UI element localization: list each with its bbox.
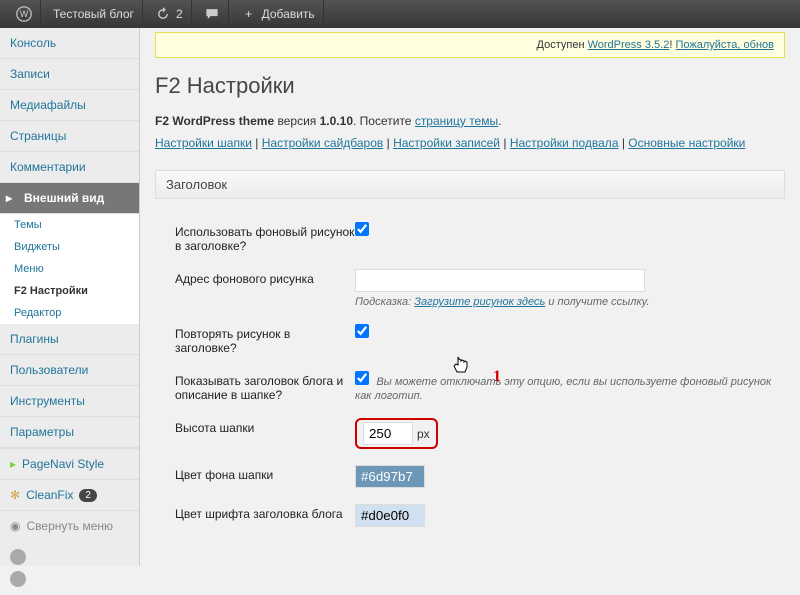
submenu-themes[interactable]: Темы (0, 214, 139, 236)
row-use-bg: Использовать фоновый рисунок в заголовке… (155, 214, 785, 261)
submenu-menus[interactable]: Меню (0, 258, 139, 280)
tab-posts[interactable]: Настройки записей (393, 136, 500, 150)
settings-tabs: Настройки шапки | Настройки сайдбаров | … (155, 136, 785, 150)
row-bg-color: Цвет фона шапки (155, 457, 785, 496)
unit-px: px (417, 427, 430, 441)
hint-bg-url: Подсказка: Загрузите рисунок здесь и пол… (355, 296, 785, 308)
row-repeat: Повторять рисунок в заголовке? (155, 316, 785, 363)
menu-pages[interactable]: Страницы (0, 121, 139, 152)
label-bg-url: Адрес фонового рисунка (175, 269, 355, 286)
comment-icon (204, 6, 220, 22)
arrow-right-icon: ▸ (6, 191, 12, 205)
wp-version-link[interactable]: WordPress 3.5.2 (588, 39, 670, 51)
updates-count: 2 (176, 7, 183, 21)
checkbox-repeat[interactable] (355, 324, 369, 338)
upload-image-link[interactable]: Загрузите рисунок здесь (414, 296, 545, 308)
label-repeat: Повторять рисунок в заголовке? (175, 324, 355, 355)
submenu-widgets[interactable]: Виджеты (0, 236, 139, 258)
admin-sidebar: Консоль Записи Медиафайлы Страницы Комме… (0, 28, 140, 566)
label-bg-color: Цвет фона шапки (175, 465, 355, 482)
input-height[interactable] (363, 422, 413, 445)
height-highlight: px (355, 418, 438, 449)
collapse-icon: ◉ (10, 519, 20, 533)
row-title-color: Цвет шрифта заголовка блога (155, 496, 785, 535)
menu-appearance[interactable]: ▸ Внешний вид (0, 183, 139, 214)
submenu-f2-settings[interactable]: F2 Настройки (0, 280, 139, 302)
appearance-submenu: Темы Виджеты Меню F2 Настройки Редактор (0, 214, 139, 324)
gear-icon: ✻ (10, 488, 20, 502)
input-bg-color[interactable] (355, 465, 425, 488)
label-title-color: Цвет шрифта заголовка блога (175, 504, 355, 521)
label-use-bg: Использовать фоновый рисунок в заголовке… (175, 222, 355, 253)
annotation-marker: 1 (493, 368, 501, 386)
update-link[interactable]: Пожалуйста, обнов (675, 39, 774, 51)
menu-comments[interactable]: Комментарии (0, 152, 139, 183)
menu-pagenavi[interactable]: ▸ PageNavi Style (0, 448, 139, 479)
input-title-color[interactable] (355, 504, 425, 527)
bottom-icons (0, 541, 139, 595)
collapse-menu[interactable]: ◉ Свернуть меню (0, 510, 139, 541)
tab-general[interactable]: Основные настройки (628, 136, 745, 150)
checkbox-use-bg[interactable] (355, 222, 369, 236)
menu-dashboard[interactable]: Консоль (0, 28, 139, 59)
plus-icon: + (241, 6, 257, 22)
menu-settings[interactable]: Параметры (0, 417, 139, 448)
menu-tools[interactable]: Инструменты (0, 386, 139, 417)
main-content: Доступен WordPress 3.5.2! Пожалуйста, об… (140, 28, 800, 566)
theme-info: F2 WordPress theme версия 1.0.10. Посети… (155, 114, 785, 128)
theme-page-link[interactable]: страницу темы (415, 114, 498, 128)
svg-text:W: W (20, 9, 29, 19)
menu-users[interactable]: Пользователи (0, 355, 139, 386)
wordpress-icon[interactable] (10, 571, 26, 587)
desc-show-title: Вы можете отключать эту опцию, если вы и… (355, 376, 771, 402)
menu-cleanfix[interactable]: ✻ CleanFix 2 (0, 479, 139, 510)
label-height: Высота шапки (175, 418, 355, 435)
site-name-menu[interactable]: Тестовый блог (45, 0, 143, 28)
menu-plugins[interactable]: Плагины (0, 324, 139, 355)
wordpress-icon[interactable] (10, 549, 26, 565)
section-header: Заголовок (155, 170, 785, 199)
comments-menu[interactable] (196, 0, 229, 28)
checkbox-show-title[interactable] (355, 371, 369, 385)
add-new-menu[interactable]: + Добавить (233, 0, 324, 28)
cleanfix-badge: 2 (79, 489, 97, 502)
cursor-icon (452, 355, 470, 380)
wp-logo-menu[interactable]: W (8, 0, 41, 28)
add-label: Добавить (262, 7, 315, 21)
submenu-editor[interactable]: Редактор (0, 302, 139, 324)
wordpress-icon: W (16, 6, 32, 22)
menu-posts[interactable]: Записи (0, 59, 139, 90)
tab-sidebars[interactable]: Настройки сайдбаров (262, 136, 384, 150)
input-bg-url[interactable] (355, 269, 645, 292)
row-height: Высота шапки px (155, 410, 785, 457)
row-show-title: Показывать заголовок блога и описание в … (155, 363, 785, 410)
row-bg-url: Адрес фонового рисунка Подсказка: Загруз… (155, 261, 785, 316)
tab-header[interactable]: Настройки шапки (155, 136, 252, 150)
label-show-title: Показывать заголовок блога и описание в … (175, 371, 355, 402)
page-title: F2 Настройки (155, 73, 785, 99)
refresh-icon (155, 6, 171, 22)
site-title: Тестовый блог (53, 7, 134, 21)
admin-toolbar: W Тестовый блог 2 + Добавить (0, 0, 800, 28)
updates-menu[interactable]: 2 (147, 0, 192, 28)
menu-media[interactable]: Медиафайлы (0, 90, 139, 121)
tab-footer[interactable]: Настройки подвала (510, 136, 619, 150)
arrow-right-icon: ▸ (10, 457, 16, 471)
update-notice: Доступен WordPress 3.5.2! Пожалуйста, об… (155, 32, 785, 58)
